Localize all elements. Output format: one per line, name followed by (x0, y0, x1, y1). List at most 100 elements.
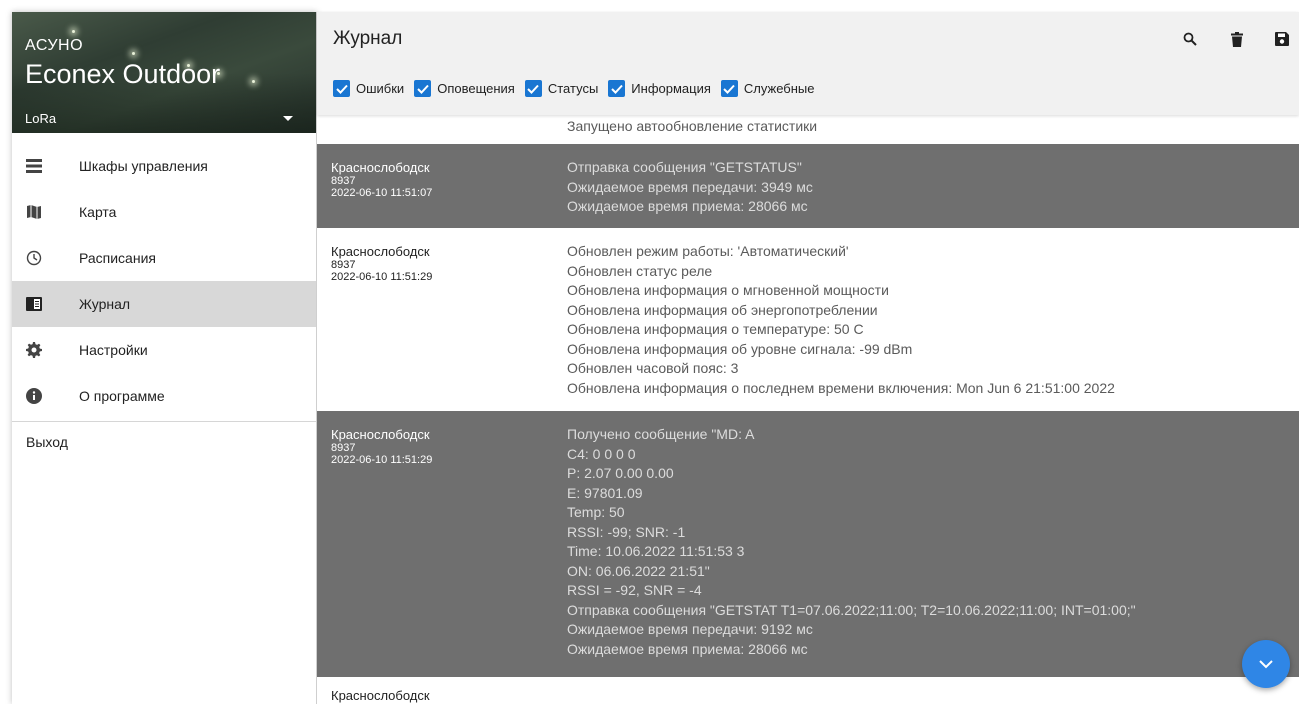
filter-errors[interactable]: Ошибки (333, 80, 404, 97)
network-select[interactable]: LoRa (12, 104, 316, 133)
log-message: Ожидаемое время передачи: 9192 мс (567, 621, 813, 637)
log-message: Обновлена информация о последнем времени… (567, 379, 1115, 396)
sidebar-item-about[interactable]: О программе (12, 373, 316, 419)
log-city: Краснослободск (331, 160, 430, 175)
chevron-down-icon (283, 116, 293, 121)
log-entry-meta: Краснослободск 8937 2022-06-10 11:51:29 (331, 244, 551, 283)
filter-label: Информация (631, 81, 711, 96)
log-messages: Отправка сообщения "GETSTATUS" Ожидаемое… (567, 158, 1289, 217)
checkbox-checked-icon[interactable] (333, 80, 350, 97)
log-message: Обновлен режим работы: 'Автоматический' (567, 243, 849, 259)
brand-title: Econex Outdoor (25, 59, 221, 89)
brand-header: АСУНО Econex Outdoor LoRa (12, 12, 316, 133)
sidebar-item-label: Карта (79, 204, 117, 220)
chevron-down-icon (1259, 659, 1273, 668)
log-message: Отправка сообщения "GETSTATUS" (567, 159, 802, 175)
log-message: E: 97801.09 (567, 484, 643, 501)
log-message: Обновлена информация об уровне сигнала: … (567, 340, 913, 357)
logout-button[interactable]: Выход (12, 422, 316, 462)
map-icon (26, 204, 42, 220)
log-message: Time: 10.06.2022 11:51:53 3 (567, 543, 745, 559)
main-content: Журнал Ошибки Оповещения Статусы Информа… (317, 12, 1299, 704)
log-message: ON: 06.06.2022 21:51" (567, 562, 710, 579)
sidebar: АСУНО Econex Outdoor LoRa Шкафы управлен… (12, 12, 317, 704)
log-device-id: 8937 (331, 175, 356, 187)
filter-label: Ошибки (356, 81, 405, 96)
log-message: Обновлен часовой пояс: 3 (567, 360, 739, 376)
sidebar-item-label: Журнал (79, 296, 131, 312)
sidebar-item-label: Шкафы управления (79, 158, 208, 174)
sidebar-item-label: О программе (79, 388, 165, 404)
filter-label: Оповещения (437, 81, 515, 96)
delete-button[interactable] (1226, 28, 1248, 50)
filter-label: Служебные (743, 81, 815, 96)
sidebar-item-label: Расписания (79, 250, 156, 266)
sidebar-nav: Шкафы управления Карта Расписания Журнал (12, 143, 316, 462)
log-city: Краснослободск (331, 244, 430, 259)
log-entry: Краснослободск 8937 2022-06-10 11:51:29 … (317, 411, 1299, 677)
filter-label: Статусы (547, 81, 599, 96)
list-icon (26, 158, 42, 174)
app-bar: Журнал Ошибки Оповещения Статусы Информа… (317, 12, 1299, 115)
log-timestamp: 2022-06-10 11:51:07 (331, 187, 433, 199)
sidebar-item-schedules[interactable]: Расписания (12, 235, 316, 281)
log-message: Обновлена информация о мгновенной мощнос… (567, 282, 889, 298)
gear-icon (26, 342, 42, 358)
app-window: АСУНО Econex Outdoor LoRa Шкафы управлен… (0, 0, 1299, 704)
filter-alerts[interactable]: Оповещения (414, 80, 515, 97)
log-entry: Краснослободск (317, 677, 1299, 704)
filter-statuses[interactable]: Статусы (524, 80, 599, 97)
checkbox-checked-icon[interactable] (720, 80, 738, 97)
filter-bar: Ошибки Оповещения Статусы Информация Слу… (333, 80, 825, 97)
delete-icon (1231, 31, 1243, 47)
log-message: C4: 0 0 0 0 (567, 445, 636, 462)
scroll-down-button[interactable] (1242, 640, 1290, 688)
checkbox-checked-icon[interactable] (608, 80, 626, 97)
sidebar-item-map[interactable]: Карта (12, 189, 316, 235)
sidebar-item-settings[interactable]: Настройки (12, 327, 316, 373)
log-message: Ожидаемое время передачи: 3949 мс (567, 178, 813, 195)
log-entry: Краснослободск 8937 2022-06-10 11:51:29 … (317, 228, 1299, 411)
log-device-id: 8937 (331, 259, 356, 271)
log-message: Обновлена информация о температуре: 50 C (567, 321, 864, 337)
log-message: Обновлен статус реле (567, 262, 713, 279)
log-message: RSSI = -92, SNR = -4 (567, 582, 702, 598)
log-message: RSSI: -99; SNR: -1 (567, 523, 686, 540)
log-messages: Обновлен режим работы: 'Автоматический' … (567, 242, 1289, 398)
log-entry-meta: Краснослободск (331, 688, 551, 703)
log-entry-meta: Краснослободск 8937 2022-06-10 11:51:07 (331, 160, 551, 199)
log-message: Temp: 50 (567, 504, 625, 520)
network-select-value: LoRa (25, 111, 57, 126)
save-button[interactable] (1271, 28, 1293, 50)
log-message: Ожидаемое время приема: 28066 мс (567, 198, 808, 214)
sidebar-item-cabinets[interactable]: Шкафы управления (12, 143, 316, 189)
page-title: Журнал (333, 28, 403, 49)
log-city: Краснослободск (331, 427, 430, 442)
log-message: Запущено автообновление статистики (567, 118, 818, 134)
log-message: Ожидаемое время приема: 28066 мс (567, 640, 808, 657)
checkbox-checked-icon[interactable] (524, 80, 542, 97)
log-entry: Краснослободск 8937 2022-06-10 11:51:07 … (317, 144, 1299, 228)
journal-icon (26, 296, 42, 312)
log-entry: Запущено автообновление статистики (317, 115, 1299, 144)
info-icon (26, 388, 42, 404)
log-entry-meta: Краснослободск 8937 2022-06-10 11:51:29 (331, 427, 551, 466)
log-city: Краснослободск (331, 688, 430, 703)
filter-info[interactable]: Информация (608, 80, 711, 97)
search-button[interactable] (1179, 28, 1201, 50)
search-icon (1183, 32, 1197, 46)
log-message: Получено сообщение "MD: A (567, 426, 755, 442)
filter-service[interactable]: Служебные (720, 80, 815, 97)
log-message: P: 2.07 0.00 0.00 (567, 465, 674, 481)
log-messages: Запущено автообновление статистики (567, 117, 1289, 137)
log-messages: Получено сообщение "MD: A C4: 0 0 0 0 P:… (567, 425, 1289, 659)
checkbox-checked-icon[interactable] (414, 80, 432, 97)
log-message: Обновлена информация об энергопотреблени… (567, 301, 878, 318)
sidebar-item-label: Настройки (79, 342, 148, 358)
log-list[interactable]: Запущено автообновление статистики Красн… (317, 115, 1299, 704)
log-timestamp: 2022-06-10 11:51:29 (331, 271, 433, 283)
log-timestamp: 2022-06-10 11:51:29 (331, 454, 433, 466)
sidebar-item-journal[interactable]: Журнал (12, 281, 316, 327)
save-icon (1275, 32, 1289, 46)
log-message: Отправка сообщения "GETSTAT T1=07.06.202… (567, 601, 1136, 618)
